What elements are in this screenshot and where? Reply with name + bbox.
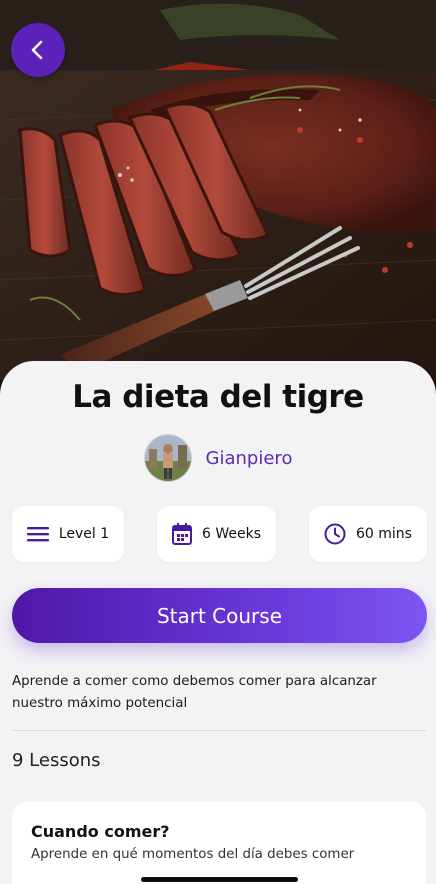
- level-chip: Level 1: [12, 506, 124, 562]
- course-title: La dieta del tigre: [72, 379, 364, 415]
- lesson-card[interactable]: Cuando comer? Aprende en qué momentos de…: [12, 802, 426, 884]
- time-label: 60 mins: [356, 526, 412, 542]
- author-name[interactable]: Gianpiero: [206, 448, 293, 469]
- clock-icon: [324, 523, 346, 545]
- start-course-button[interactable]: Start Course: [12, 588, 427, 643]
- avatar: [143, 434, 192, 482]
- lesson-title: Cuando comer?: [31, 822, 170, 841]
- time-chip: 60 mins: [309, 506, 427, 562]
- home-indicator[interactable]: [141, 877, 298, 882]
- calendar-icon: [171, 523, 192, 545]
- hero-image: [0, 0, 436, 400]
- course-meta: Level 1 6 Weeks 60 mins: [0, 506, 436, 562]
- chevron-left-icon: [31, 40, 43, 60]
- back-button[interactable]: [11, 23, 65, 77]
- course-detail-sheet: La dieta del tigre Gianpiero Level 1 6 W…: [0, 361, 436, 884]
- steak-photo: [0, 0, 436, 400]
- duration-label: 6 Weeks: [201, 526, 261, 542]
- course-description: Aprende a comer como debemos comer para …: [12, 674, 377, 711]
- lesson-subtitle: Aprende en qué momentos del día debes co…: [31, 847, 355, 862]
- author-row[interactable]: Gianpiero: [0, 434, 436, 482]
- divider: [12, 730, 426, 731]
- menu-lines-icon: [26, 527, 49, 542]
- lessons-count: 9 Lessons: [12, 750, 101, 771]
- level-label: Level 1: [58, 526, 110, 542]
- duration-chip: 6 Weeks: [157, 506, 276, 562]
